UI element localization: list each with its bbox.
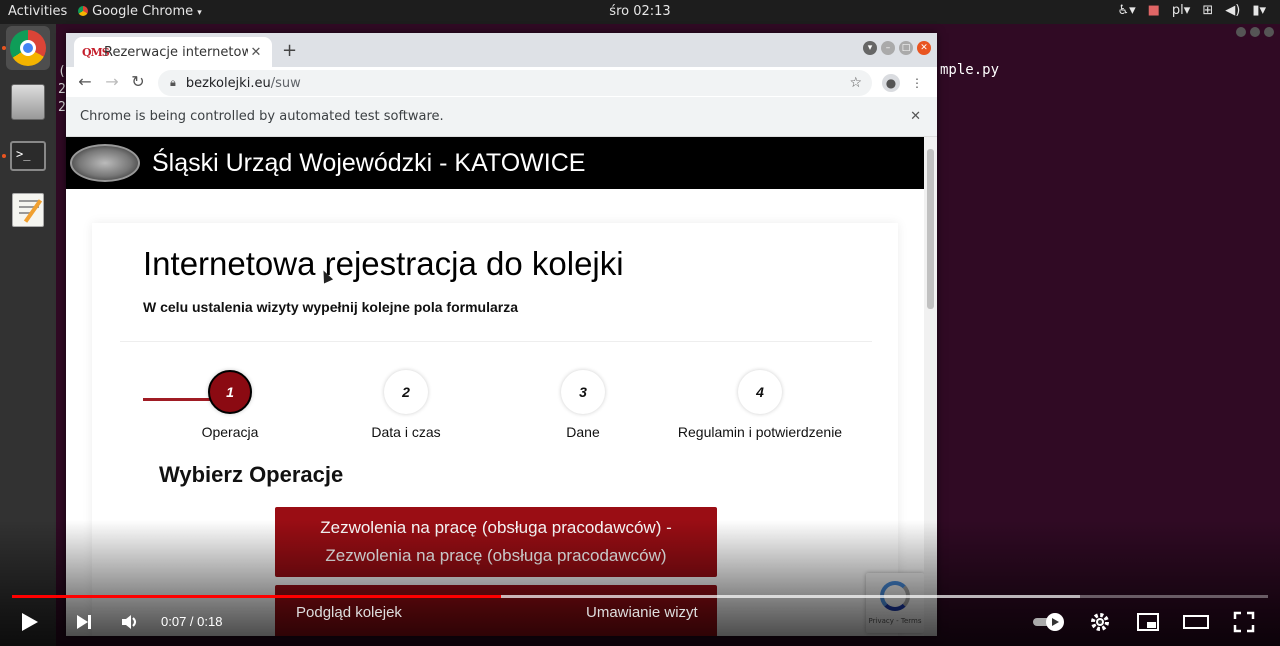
tab-favicon: QMS	[82, 45, 110, 59]
autoplay-toggle[interactable]	[1030, 610, 1068, 634]
reload-icon[interactable]: ↻	[128, 72, 148, 92]
page-scrollbar[interactable]	[924, 137, 937, 636]
page-subtitle: W celu ustalenia wizyty wypełnij kolejne…	[143, 299, 518, 315]
tab-search-icon[interactable]: ▾	[863, 41, 877, 55]
browser-tab[interactable]: QMS Rezerwacje internetowe ✕	[74, 37, 272, 67]
kebab-menu-icon[interactable]: ⋮	[908, 74, 926, 92]
step-regulamin[interactable]: 4 Regulamin i potwierdzenie	[670, 370, 850, 440]
step-label: Operacja	[201, 424, 259, 440]
miniplayer-icon[interactable]	[1136, 610, 1160, 634]
operation-line: Zezwolenia na pracę (obsługa pracodawców…	[320, 518, 672, 537]
chrome-small-icon	[78, 6, 88, 16]
step-label: Regulamin i potwierdzenie	[677, 424, 843, 440]
language-label: pl	[1171, 3, 1184, 18]
camera-icon[interactable]: ■	[1148, 3, 1160, 18]
dock: >_	[0, 24, 56, 646]
dock-text-editor[interactable]	[6, 188, 50, 232]
battery-icon[interactable]: ▮▾	[1252, 3, 1266, 18]
volume-icon[interactable]	[118, 610, 142, 634]
next-video-icon[interactable]	[72, 610, 96, 634]
volume-icon[interactable]: ◀)	[1225, 3, 1240, 18]
fullscreen-icon[interactable]	[1232, 610, 1256, 634]
video-controls: 0:07 / 0:18	[0, 604, 1280, 640]
page-content: Śląski Urząd Wojewódzki - KATOWICE Inter…	[66, 137, 924, 636]
network-icon[interactable]: ⊞	[1202, 3, 1213, 18]
terminal-icon: >_	[10, 141, 46, 171]
divider	[120, 341, 872, 342]
new-tab-button[interactable]: +	[282, 40, 297, 61]
window-controls: ▾ – □ ✕	[863, 41, 931, 55]
step-number: 4	[738, 370, 782, 414]
theater-mode-icon[interactable]	[1182, 610, 1210, 634]
settings-gear-icon[interactable]	[1088, 610, 1112, 634]
operations-heading: Wybierz Operacje	[159, 462, 344, 487]
infobar-text: Chrome is being controlled by automated …	[80, 109, 444, 124]
address-bar[interactable]: 🔒︎ bezkolejki.eu/suw ☆	[158, 70, 872, 96]
tab-close-icon[interactable]: ✕	[248, 45, 264, 60]
lock-icon[interactable]: 🔒︎	[170, 76, 176, 90]
current-time: 0:07	[161, 614, 187, 629]
maximize-icon[interactable]: □	[899, 41, 913, 55]
chrome-icon	[10, 30, 46, 66]
browser-toolbar: ← → ↻ 🔒︎ bezkolejki.eu/suw ☆ ● ⋮	[66, 67, 937, 97]
step-number: 3	[561, 370, 605, 414]
site-logo[interactable]	[70, 144, 140, 182]
operation-line: Zezwolenia na pracę (obsługa pracodawców…	[325, 546, 667, 565]
minimize-icon[interactable]: –	[881, 41, 895, 55]
step-operacja[interactable]: 1 Operacja	[140, 370, 320, 440]
play-icon[interactable]	[12, 610, 44, 634]
text-editor-icon	[12, 193, 44, 227]
close-window-icon[interactable]: ✕	[917, 41, 931, 55]
url-host: bezkolejki.eu	[185, 75, 271, 91]
page-title: Internetowa rejestracja do kolejki	[143, 245, 624, 282]
app-menu-label: Google Chrome	[92, 4, 194, 19]
dock-chrome[interactable]	[6, 26, 50, 70]
terminal-fragment: 2	[58, 100, 66, 115]
infobar-close-icon[interactable]: ✕	[910, 109, 921, 124]
step-dane[interactable]: 3 Dane	[493, 370, 673, 440]
duration: 0:18	[197, 614, 223, 629]
step-number: 2	[384, 370, 428, 414]
terminal-fragment: (	[58, 64, 66, 79]
scrollbar-thumb[interactable]	[927, 149, 934, 309]
video-progress-bar[interactable]	[12, 595, 1268, 598]
video-time: 0:07 / 0:18	[161, 614, 223, 629]
chevron-down-icon: ▾	[197, 8, 202, 18]
tab-strip: QMS Rezerwacje internetowe ✕ + ▾ – □ ✕	[66, 33, 937, 67]
dock-files[interactable]	[6, 80, 50, 124]
url-path: /suw	[270, 75, 301, 91]
activities-button[interactable]: Activities	[8, 4, 67, 19]
system-tray[interactable]: ♿▾ ■ pl▾ ⊞ ◀) ▮▾	[1117, 3, 1266, 18]
back-arrow-icon[interactable]: ←	[75, 72, 95, 92]
video-played	[12, 595, 501, 598]
terminal-fragment: 2	[58, 82, 66, 97]
browser-window: QMS Rezerwacje internetowe ✕ + ▾ – □ ✕ ←…	[66, 33, 937, 636]
operation-button[interactable]: Zezwolenia na pracę (obsługa pracodawców…	[275, 507, 717, 577]
step-number: 1	[208, 370, 252, 414]
system-top-bar: Activities Google Chrome ▾ śro 02:13 ♿▾ …	[0, 0, 1280, 24]
forward-arrow-icon[interactable]: →	[102, 72, 122, 92]
site-title: Śląski Urząd Wojewódzki - KATOWICE	[152, 148, 586, 177]
automation-infobar: Chrome is being controlled by automated …	[66, 97, 937, 137]
step-data-i-czas[interactable]: 2 Data i czas	[316, 370, 496, 440]
form-card: Internetowa rejestracja do kolejki W cel…	[92, 223, 898, 636]
tab-title: Rezerwacje internetowe	[104, 44, 248, 60]
terminal-output-line: mple.py	[940, 62, 1000, 78]
site-header: Śląski Urząd Wojewódzki - KATOWICE	[66, 137, 924, 189]
step-label: Dane	[566, 424, 600, 440]
file-cabinet-icon	[11, 84, 45, 120]
step-label: Data i czas	[371, 424, 441, 440]
bookmark-star-icon[interactable]: ☆	[849, 75, 862, 91]
profile-icon[interactable]: ●	[882, 74, 900, 92]
app-menu[interactable]: Google Chrome ▾	[78, 4, 202, 19]
accessibility-icon[interactable]: ♿▾	[1117, 3, 1135, 18]
dock-terminal[interactable]: >_	[6, 134, 50, 178]
language-indicator[interactable]: pl▾	[1172, 3, 1190, 18]
terminal-window-controls[interactable]	[1236, 27, 1274, 37]
